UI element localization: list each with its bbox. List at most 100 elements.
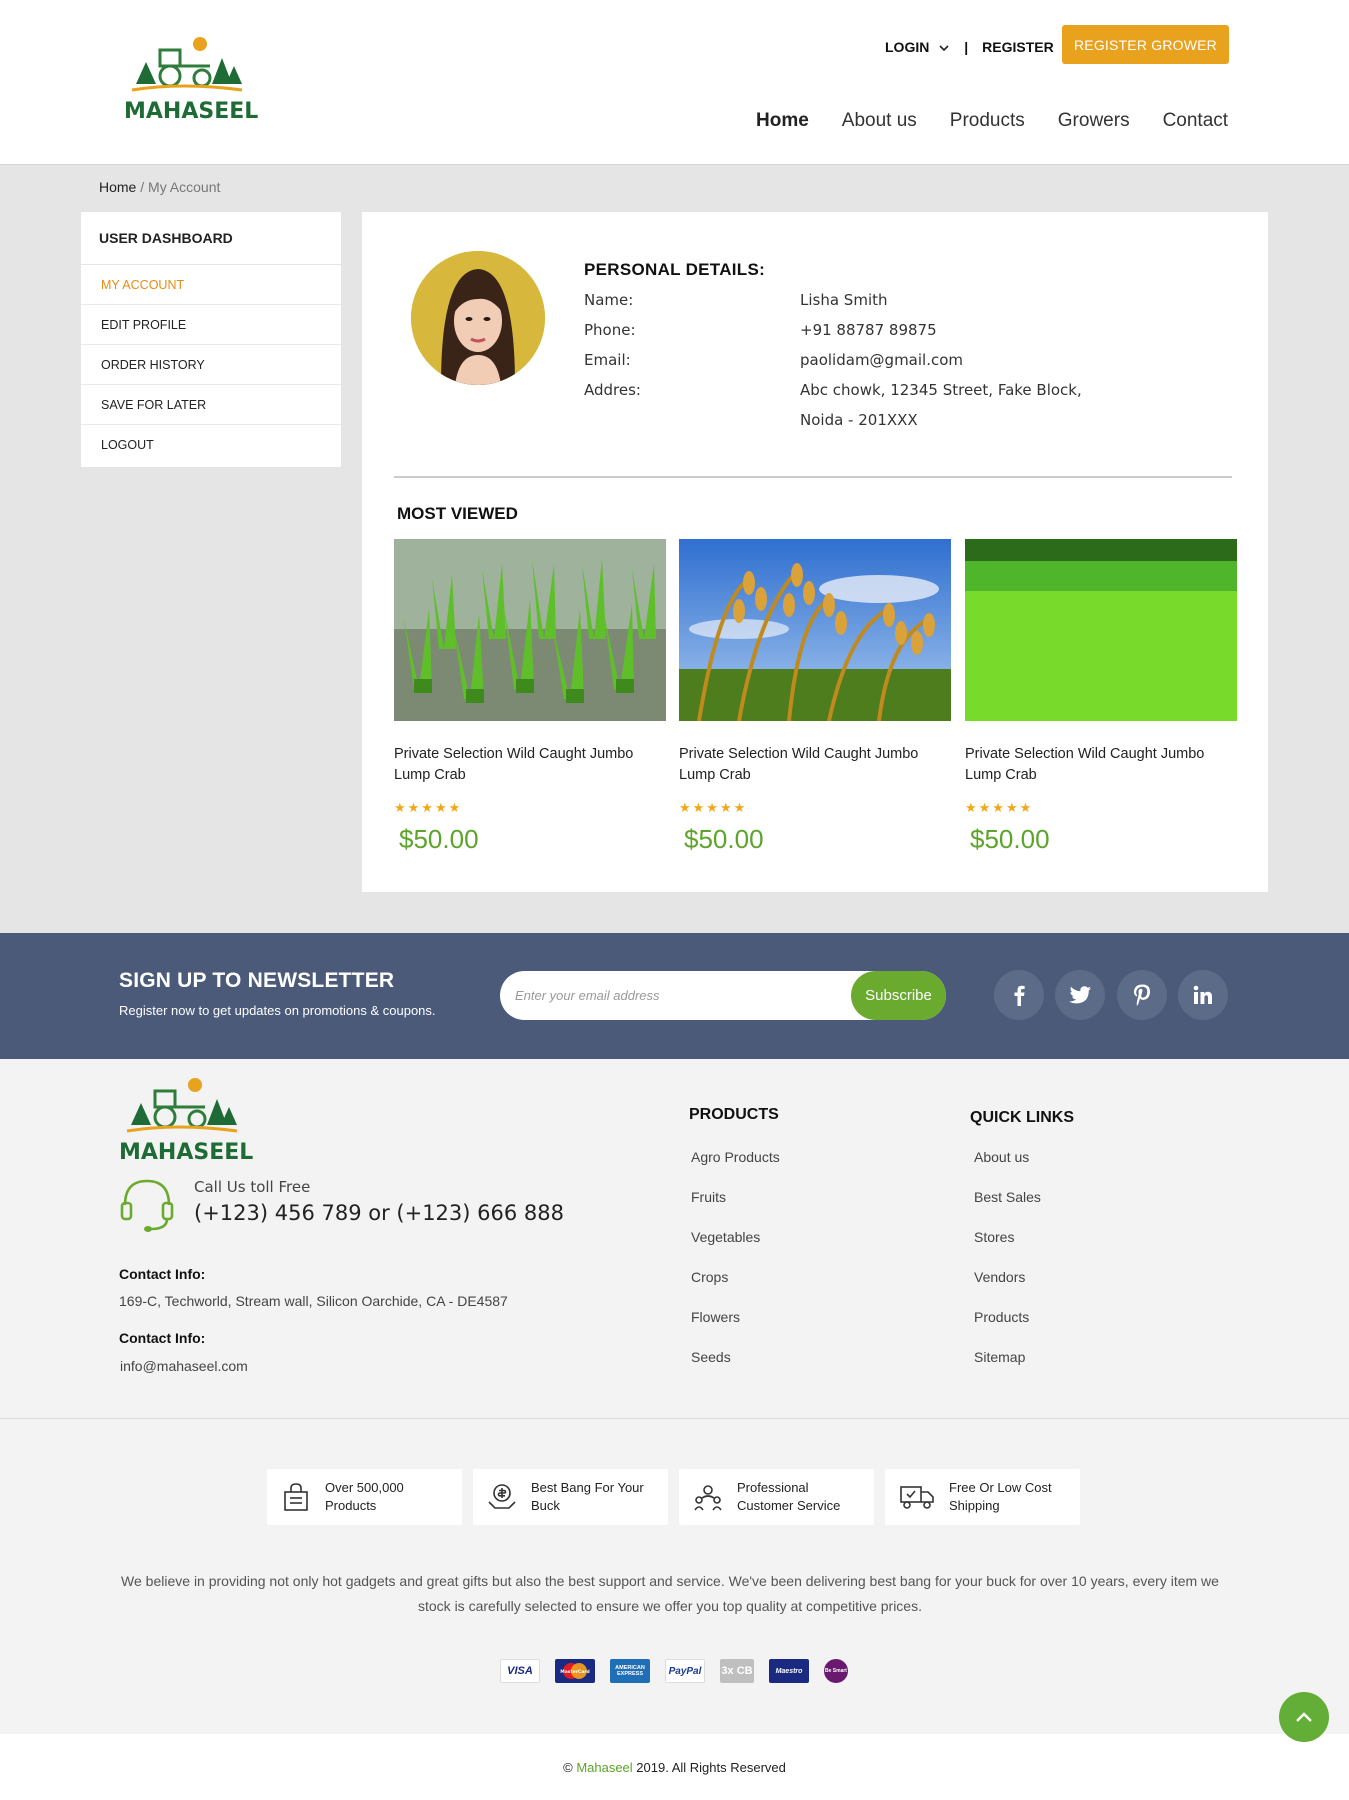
feature-line-1: Professional [737, 1480, 809, 1495]
footer-link-sitemap[interactable]: Sitemap [974, 1349, 1025, 1365]
name-value: Lisha Smith [800, 291, 888, 309]
site-logo[interactable]: MAHASEEL [122, 32, 266, 124]
newsletter-title: SIGN UP TO NEWSLETTER [119, 969, 395, 992]
phone-value: +91 88787 89875 [800, 321, 937, 339]
about-text: We believe in providing not only hot gad… [121, 1573, 1219, 1614]
sidebar-item-logout[interactable]: LOGOUT [81, 425, 341, 465]
product-name[interactable]: Private Selection Wild Caught Jumbo Lump… [965, 744, 1237, 786]
maestro-icon: Maestro [769, 1659, 809, 1683]
headset-icon [119, 1177, 175, 1240]
copyright: © Mahaseel 2019. All Rights Reserved [0, 1760, 1349, 1775]
mastercard-label: MasterCard [560, 1669, 589, 1675]
address-line-1: Abc chowk, 12345 Street, Fake Block, [800, 381, 1082, 399]
sidebar-item-edit-profile[interactable]: EDIT PROFILE [81, 305, 341, 345]
sidebar-title: USER DASHBOARD [81, 212, 341, 265]
user-dashboard-sidebar: USER DASHBOARD MY ACCOUNT EDIT PROFILE O… [81, 212, 341, 467]
breadcrumb-home[interactable]: Home [99, 179, 136, 195]
product-image-green-field[interactable] [965, 539, 1237, 721]
login-link[interactable]: LOGIN [885, 39, 950, 55]
linkedin-icon[interactable] [1178, 970, 1228, 1020]
footer-link-agro-products[interactable]: Agro Products [691, 1149, 780, 1165]
be-smart-icon: Be Smart [824, 1659, 848, 1683]
site-footer [0, 1059, 1349, 1800]
money-hands-icon [487, 1482, 517, 1512]
product-image-rice-seedlings[interactable] [394, 539, 666, 721]
nav-growers[interactable]: Growers [1058, 110, 1130, 132]
feature-line-2: Buck [531, 1498, 560, 1513]
nav-products[interactable]: Products [950, 110, 1025, 132]
name-label: Name: [584, 291, 634, 309]
feature-shipping: Free Or Low Cost Shipping [885, 1469, 1080, 1525]
link-separator: | [964, 39, 969, 55]
nav-about[interactable]: About us [842, 110, 917, 132]
footer-link-crops[interactable]: Crops [691, 1269, 728, 1285]
logo-text: MAHASEEL [124, 99, 258, 124]
sidebar-item-my-account[interactable]: MY ACCOUNT [81, 265, 341, 305]
email-value: paolidam@gmail.com [800, 351, 964, 369]
login-label: LOGIN [885, 39, 930, 55]
feature-line-1: Best Bang For Your [531, 1480, 644, 1495]
phone-label: Phone: [584, 321, 636, 339]
product-name[interactable]: Private Selection Wild Caught Jumbo Lump… [679, 744, 951, 786]
register-grower-button[interactable]: REGISTER GROWER [1062, 25, 1229, 64]
nav-contact[interactable]: Contact [1163, 110, 1228, 132]
scroll-to-top-button[interactable] [1279, 1692, 1329, 1742]
product-price: $50.00 [970, 824, 1050, 854]
pinterest-icon[interactable] [1117, 970, 1167, 1020]
copyright-prefix: © [563, 1760, 577, 1775]
footer-link-flowers[interactable]: Flowers [691, 1309, 740, 1325]
address-line-2: Noida - 201XXX [800, 411, 918, 429]
feature-line-2: Products [325, 1498, 377, 1513]
personal-details-title: PERSONAL DETAILS: [584, 260, 766, 279]
twitter-icon[interactable] [1055, 970, 1105, 1020]
footer-link-vendors[interactable]: Vendors [974, 1269, 1025, 1285]
breadcrumb: Home / My Account [99, 179, 220, 195]
product-name[interactable]: Private Selection Wild Caught Jumbo Lump… [394, 744, 666, 786]
footer-logo-text: MAHASEEL [119, 1140, 253, 1165]
footer-link-products[interactable]: Products [974, 1309, 1029, 1325]
footer-divider [0, 1418, 1349, 1419]
visa-icon: VISA [500, 1659, 540, 1683]
call-label: Call Us toll Free [194, 1178, 311, 1196]
footer-link-about[interactable]: About us [974, 1149, 1029, 1165]
mastercard-icon: MasterCard [555, 1659, 595, 1683]
footer-link-fruits[interactable]: Fruits [691, 1189, 726, 1205]
most-viewed-title: MOST VIEWED [397, 504, 518, 523]
footer-link-stores[interactable]: Stores [974, 1229, 1014, 1245]
footer-logo[interactable]: MAHASEEL [117, 1075, 261, 1165]
footer-link-vegetables[interactable]: Vegetables [691, 1229, 760, 1245]
newsletter-subtitle: Register now to get updates on promotion… [119, 1003, 436, 1018]
product-card[interactable]: Private Selection Wild Caught Jumbo Lump… [965, 539, 1237, 855]
contact-email[interactable]: info@mahaseel.com [120, 1358, 248, 1374]
product-card[interactable]: Private Selection Wild Caught Jumbo Lump… [394, 539, 666, 855]
chevron-down-icon [939, 45, 949, 52]
contact-info-heading: Contact Info: [119, 1266, 206, 1282]
feature-line-1: Free Or Low Cost [949, 1480, 1052, 1495]
sidebar-item-order-history[interactable]: ORDER HISTORY [81, 345, 341, 385]
breadcrumb-current: My Account [148, 179, 221, 195]
nav-home[interactable]: Home [756, 110, 809, 132]
product-card[interactable]: Private Selection Wild Caught Jumbo Lump… [679, 539, 951, 855]
contact-address: 169-C, Techworld, Stream wall, Silicon O… [119, 1293, 508, 1309]
main-nav: Home About us Products Growers Contact [756, 110, 1228, 132]
breadcrumb-sep: / [136, 179, 149, 195]
facebook-icon[interactable] [994, 970, 1044, 1020]
delivery-truck-icon [899, 1482, 935, 1512]
sidebar-item-save-for-later[interactable]: SAVE FOR LATER [81, 385, 341, 425]
avatar [411, 251, 545, 385]
copyright-brand-link[interactable]: Mahaseel [576, 1760, 632, 1775]
footer-link-best-sales[interactable]: Best Sales [974, 1189, 1041, 1205]
subscribe-button[interactable]: Subscribe [851, 971, 946, 1020]
rating-stars: ★★★★★ [679, 800, 748, 815]
footer-link-seeds[interactable]: Seeds [691, 1349, 731, 1365]
email-label: Email: [584, 351, 631, 369]
feature-best-bang: Best Bang For Your Buck [473, 1469, 668, 1525]
call-number[interactable]: (+123) 456 789 or (+123) 666 888 [194, 1201, 564, 1225]
paypal-icon: PayPal [665, 1659, 705, 1683]
feature-line-2: Customer Service [737, 1498, 841, 1513]
product-image-rice-grains[interactable] [679, 539, 951, 721]
customer-service-icon [693, 1482, 723, 1512]
feature-line-2: Shipping [949, 1498, 1000, 1513]
rating-stars: ★★★★★ [965, 800, 1034, 815]
register-link[interactable]: REGISTER [982, 39, 1054, 55]
